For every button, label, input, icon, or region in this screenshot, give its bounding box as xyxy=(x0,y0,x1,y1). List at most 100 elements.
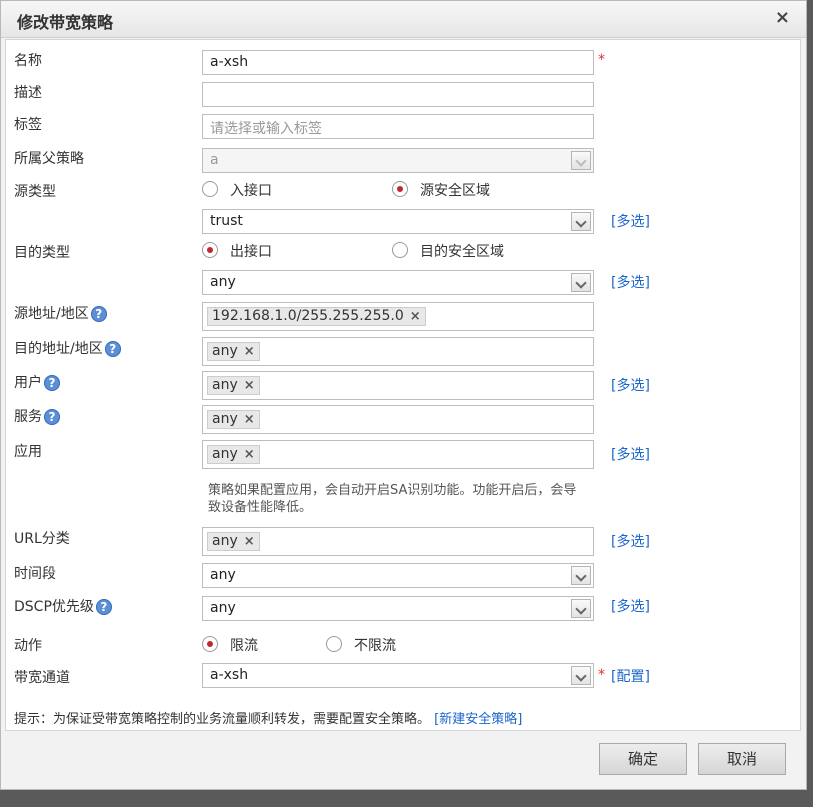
dst-iface-radio-label: 出接口 xyxy=(230,244,272,260)
src-iface-radio[interactable]: 入接口 xyxy=(202,180,272,200)
src-addr-label: 源地址/地区? xyxy=(14,303,107,323)
edit-bandwidth-policy-dialog: 修改带宽策略 × 名称 a-xsh * 描述 标签 请选择或输入标签 所属父策略… xyxy=(0,0,807,790)
remove-tag-icon[interactable]: × xyxy=(244,344,255,359)
remove-tag-icon[interactable]: × xyxy=(244,534,255,549)
user-tag-text: any xyxy=(212,377,238,393)
desc-input[interactable] xyxy=(202,82,594,107)
src-zone-value: trust xyxy=(210,213,243,229)
app-tag: any × xyxy=(207,445,260,464)
desc-label: 描述 xyxy=(14,85,42,101)
url-multi-link[interactable]: [多选] xyxy=(611,531,650,551)
radio-checked-icon xyxy=(392,181,408,197)
app-label: 应用 xyxy=(14,444,42,460)
channel-value: a-xsh xyxy=(210,667,249,683)
app-tag-text: any xyxy=(212,446,238,462)
dst-addr-input[interactable]: any × xyxy=(202,337,594,366)
channel-label: 带宽通道 xyxy=(14,670,70,686)
close-icon[interactable]: × xyxy=(775,7,790,28)
ok-button[interactable]: 确定 xyxy=(599,743,687,775)
src-zone-radio[interactable]: 源安全区域 xyxy=(392,180,490,200)
action-label: 动作 xyxy=(14,638,42,654)
channel-required-mark: * xyxy=(598,667,605,683)
dscp-multi-link[interactable]: [多选] xyxy=(611,596,650,616)
src-addr-input[interactable]: 192.168.1.0/255.255.255.0 × xyxy=(202,302,594,331)
limit-radio[interactable]: 限流 xyxy=(202,635,258,655)
help-icon[interactable]: ? xyxy=(104,341,121,357)
dst-iface-value: any xyxy=(210,274,236,290)
help-icon[interactable]: ? xyxy=(90,306,107,322)
dscp-label-text: DSCP优先级 xyxy=(14,599,94,615)
url-tag-text: any xyxy=(212,533,238,549)
dialog-titlebar: 修改带宽策略 × xyxy=(1,1,806,38)
user-label: 用户? xyxy=(14,372,60,392)
user-tag: any × xyxy=(207,376,260,395)
name-input[interactable]: a-xsh xyxy=(202,50,594,75)
radio-unchecked-icon xyxy=(202,181,218,197)
channel-config-link[interactable]: [配置] xyxy=(611,666,650,686)
src-addr-tag-text: 192.168.1.0/255.255.255.0 xyxy=(212,308,404,324)
tag-input[interactable]: 请选择或输入标签 xyxy=(202,114,594,139)
tag-placeholder: 请选择或输入标签 xyxy=(210,121,322,137)
service-label-text: 服务 xyxy=(14,409,42,425)
limit-radio-label: 限流 xyxy=(230,638,258,654)
time-value: any xyxy=(210,567,236,583)
security-tip-text: 提示：为保证受带宽策略控制的业务流量顺利转发，需要配置安全策略。 xyxy=(14,712,431,727)
help-icon[interactable]: ? xyxy=(44,375,60,391)
chevron-down-icon[interactable] xyxy=(571,599,591,618)
dscp-value: any xyxy=(210,600,236,616)
name-required-mark: * xyxy=(598,52,605,68)
no-limit-radio[interactable]: 不限流 xyxy=(326,635,396,655)
no-limit-radio-label: 不限流 xyxy=(354,638,396,654)
dst-zone-radio[interactable]: 目的安全区域 xyxy=(392,241,504,261)
cancel-button[interactable]: 取消 xyxy=(698,743,786,775)
dst-iface-radio[interactable]: 出接口 xyxy=(202,241,272,261)
dst-type-label: 目的类型 xyxy=(14,245,70,261)
security-tip: 提示：为保证受带宽策略控制的业务流量顺利转发，需要配置安全策略。 [新建安全策略… xyxy=(14,708,522,727)
form-body: 名称 a-xsh * 描述 标签 请选择或输入标签 所属父策略 a 源类型 入接… xyxy=(5,39,801,731)
dst-iface-select[interactable]: any xyxy=(202,270,594,295)
src-zone-multi-link[interactable]: [多选] xyxy=(611,211,650,231)
chevron-down-icon[interactable] xyxy=(571,273,591,292)
remove-tag-icon[interactable]: × xyxy=(244,412,255,427)
chevron-down-icon xyxy=(571,151,591,170)
chevron-down-icon[interactable] xyxy=(571,566,591,585)
dialog-title: 修改带宽策略 xyxy=(17,13,114,32)
chevron-down-icon[interactable] xyxy=(571,212,591,231)
app-input[interactable]: any × xyxy=(202,440,594,469)
src-zone-select[interactable]: trust xyxy=(202,209,594,234)
time-select[interactable]: any xyxy=(202,563,594,588)
help-icon[interactable]: ? xyxy=(95,599,112,615)
radio-checked-icon xyxy=(202,242,218,258)
dscp-select[interactable]: any xyxy=(202,596,594,621)
radio-checked-icon xyxy=(202,636,218,652)
app-multi-link[interactable]: [多选] xyxy=(611,444,650,464)
new-security-policy-link[interactable]: [新建安全策略] xyxy=(434,712,522,727)
chevron-down-icon[interactable] xyxy=(571,666,591,685)
help-icon[interactable]: ? xyxy=(44,409,60,425)
service-input[interactable]: any × xyxy=(202,405,594,434)
parent-label: 所属父策略 xyxy=(14,151,84,167)
src-addr-label-text: 源地址/地区 xyxy=(14,306,89,322)
service-tag-text: any xyxy=(212,411,238,427)
remove-tag-icon[interactable]: × xyxy=(244,378,255,393)
src-zone-radio-label: 源安全区域 xyxy=(420,183,490,199)
url-label: URL分类 xyxy=(14,531,70,547)
radio-unchecked-icon xyxy=(326,636,342,652)
user-input[interactable]: any × xyxy=(202,371,594,400)
dst-iface-multi-link[interactable]: [多选] xyxy=(611,272,650,292)
name-value: a-xsh xyxy=(210,54,249,70)
remove-tag-icon[interactable]: × xyxy=(244,447,255,462)
radio-unchecked-icon xyxy=(392,242,408,258)
service-label: 服务? xyxy=(14,406,60,426)
dst-zone-radio-label: 目的安全区域 xyxy=(420,244,504,260)
url-tag: any × xyxy=(207,532,260,551)
channel-select[interactable]: a-xsh xyxy=(202,663,594,688)
src-iface-radio-label: 入接口 xyxy=(230,183,272,199)
name-label: 名称 xyxy=(14,53,42,69)
parent-select: a xyxy=(202,148,594,173)
user-multi-link[interactable]: [多选] xyxy=(611,375,650,395)
src-type-label: 源类型 xyxy=(14,184,56,200)
remove-tag-icon[interactable]: × xyxy=(410,309,421,324)
dst-addr-tag: any × xyxy=(207,342,260,361)
url-input[interactable]: any × xyxy=(202,527,594,556)
